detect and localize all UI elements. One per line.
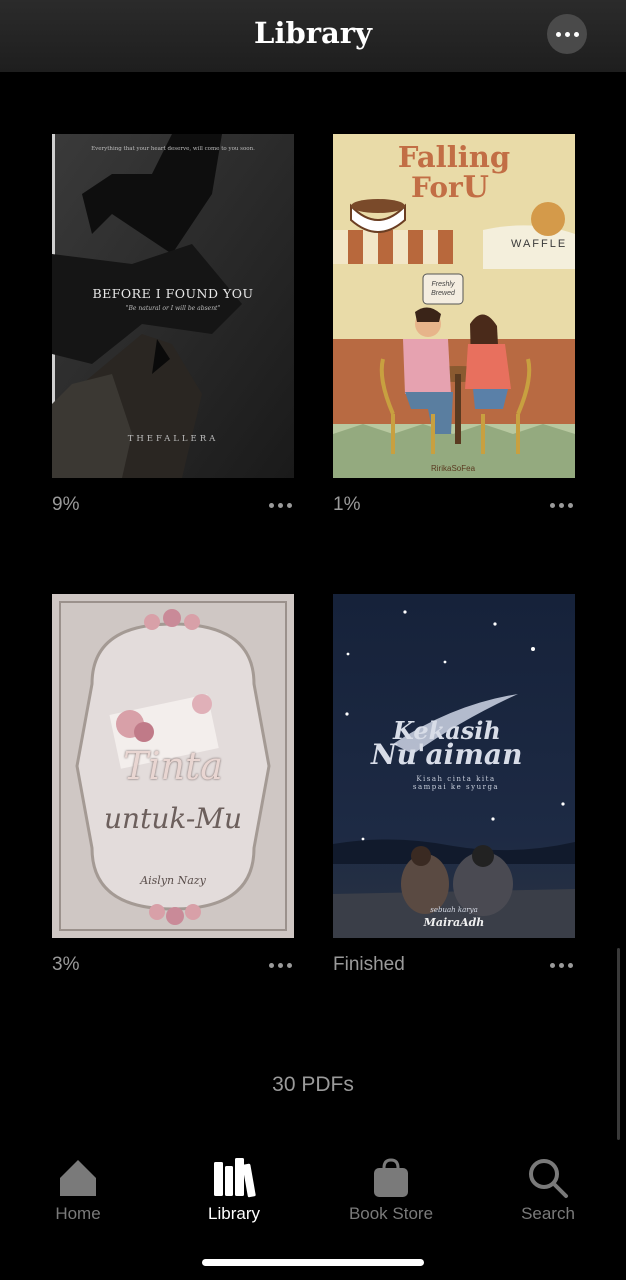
cover-author: RirikaSoFea — [431, 464, 476, 473]
cover-subtitle: Kisah cinta kita sampai ke syurga — [412, 775, 500, 791]
cover-title-line2: ForU — [411, 170, 489, 205]
tab-library[interactable]: Library — [159, 1140, 309, 1230]
scrollbar[interactable] — [617, 948, 620, 1140]
book-cover[interactable]: Tinta untuk-Mu Aislyn Nazy — [52, 594, 294, 938]
tab-label: Home — [55, 1204, 101, 1223]
book-more-button[interactable] — [546, 955, 576, 975]
cover-tagline: Everything that your heart deserve, will… — [91, 146, 255, 152]
book-more-button[interactable] — [546, 495, 576, 515]
book-cover[interactable]: Everything that your heart deserve, will… — [52, 134, 294, 478]
cover-title-line1: Falling — [397, 140, 511, 174]
cover-author: Aislyn Nazy — [140, 874, 206, 887]
tab-label: Search — [521, 1204, 575, 1223]
book-more-button[interactable] — [265, 495, 295, 515]
ellipsis-icon — [268, 962, 274, 968]
tab-book-store[interactable]: Book Store — [316, 1140, 466, 1230]
pdf-count: 30 PDFs — [272, 1073, 354, 1096]
cover-title-line1: Tinta — [123, 744, 223, 788]
cover-byline: sebuah karya — [430, 906, 478, 914]
book-cover[interactable]: Falling ForU WAFFLE Freshly Brewed Ririk… — [333, 134, 575, 478]
cover-title-line2: untuk-Mu — [104, 802, 242, 835]
tab-search[interactable]: Search — [473, 1140, 623, 1230]
library-icon — [214, 1158, 256, 1198]
cover-subtitle: "Be natural or I will be absent" — [125, 305, 221, 312]
reading-progress: 9% — [52, 494, 80, 515]
reading-progress: 1% — [333, 494, 361, 515]
home-indicator[interactable] — [202, 1259, 424, 1266]
ellipsis-icon — [549, 502, 555, 508]
search-icon — [529, 1159, 568, 1198]
nav-header: Library — [0, 0, 626, 72]
ellipsis-icon — [555, 31, 561, 37]
book-cover[interactable]: Kekasih Nu'aiman Kisah cinta kita sampai… — [333, 594, 575, 938]
cover-title-line2: Nu'aiman — [371, 738, 523, 771]
reading-status: Finished — [333, 954, 405, 975]
cover-title: BEFORE I FOUND YOU — [92, 286, 254, 301]
cover-board: Freshly Brewed — [431, 281, 455, 297]
cover-author: THEFALLERA — [127, 434, 219, 444]
cover-author: MairaAdh — [423, 916, 485, 929]
page-title: Library — [254, 16, 372, 50]
cover-sign: WAFFLE — [511, 238, 568, 250]
tab-home[interactable]: Home — [3, 1140, 153, 1230]
tab-label: Book Store — [348, 1204, 434, 1223]
ellipsis-icon — [268, 502, 274, 508]
reading-progress: 3% — [52, 954, 80, 975]
home-icon — [60, 1160, 96, 1196]
ellipsis-icon — [549, 962, 555, 968]
book-more-button[interactable] — [265, 955, 295, 975]
bag-icon — [374, 1158, 408, 1197]
tab-label: Library — [208, 1204, 260, 1223]
more-options-button[interactable] — [547, 14, 587, 54]
